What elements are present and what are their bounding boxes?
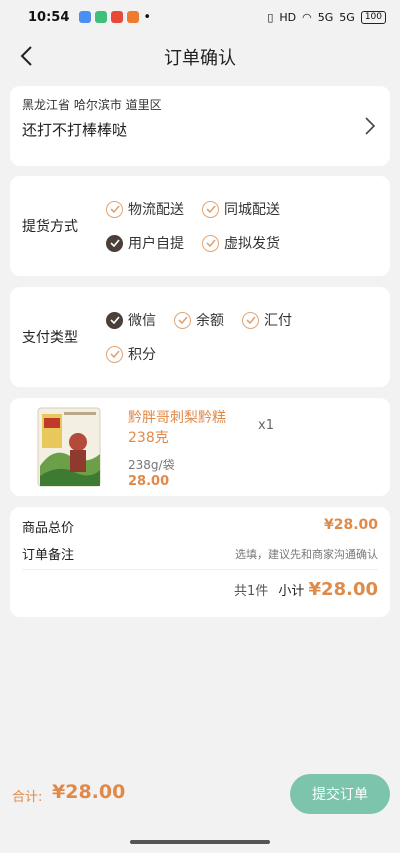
vibrate-icon: ▯ xyxy=(267,10,274,24)
address-detail: 还打不打棒棒哒 xyxy=(22,121,128,139)
back-button[interactable] xyxy=(14,44,38,68)
chevron-left-icon xyxy=(20,46,32,66)
payment-type-label: 支付类型 xyxy=(22,330,78,346)
grand-total-label: 合计: xyxy=(12,790,43,805)
delivery-option-label: 同城配送 xyxy=(224,202,280,218)
signal-icon: 5G xyxy=(339,10,355,24)
payment-option-label: 微信 xyxy=(128,313,156,329)
delivery-option-label: 用户自提 xyxy=(128,236,184,252)
battery-icon: 100 xyxy=(360,10,386,24)
check-circle-icon xyxy=(202,234,219,252)
product-image xyxy=(34,406,104,488)
delivery-option-label: 虚拟发货 xyxy=(224,236,280,252)
delivery-option-virtual[interactable]: 虚拟发货 xyxy=(202,233,280,253)
delivery-option-label: 物流配送 xyxy=(128,202,184,218)
delivery-method-label: 提货方式 xyxy=(22,219,78,235)
payment-type-card: 支付类型 微信 余额 汇付 积分 xyxy=(10,287,390,387)
subtotal-row: 共1件 小计 ¥28.00 xyxy=(22,579,378,600)
payment-option-label: 汇付 xyxy=(264,313,292,329)
app-notification-icon xyxy=(79,11,92,23)
nav-bar: 订单确认 xyxy=(0,34,400,80)
more-dot: • xyxy=(143,9,152,25)
goods-total-value: ¥28.00 xyxy=(323,517,378,533)
check-circle-icon xyxy=(202,200,219,218)
wifi-icon: ◠ xyxy=(302,10,312,24)
check-circle-filled-icon xyxy=(106,311,123,329)
home-indicator[interactable] xyxy=(130,840,270,844)
grand-total-value: ¥28.00 xyxy=(52,781,126,803)
divider xyxy=(22,569,378,570)
payment-options: 微信 余额 汇付 积分 xyxy=(106,310,376,364)
delivery-option-logistics[interactable]: 物流配送 xyxy=(106,199,184,219)
payment-option-balance[interactable]: 余额 xyxy=(174,310,224,330)
app-notification-icon xyxy=(95,11,108,23)
product-quantity: x1 xyxy=(258,418,274,433)
order-summary-card: 商品总价 ¥28.00 订单备注 选填，建议先和商家沟通确认 共1件 小计 ¥2… xyxy=(10,507,390,617)
address-region: 黑龙江省 哈尔滨市 道里区 xyxy=(22,98,162,112)
status-time: 10:54 xyxy=(28,9,70,25)
payment-option-huifu[interactable]: 汇付 xyxy=(242,310,292,330)
product-spec: 238g/袋 xyxy=(128,458,175,472)
subtotal-value: ¥28.00 xyxy=(308,579,378,600)
check-circle-icon xyxy=(106,200,123,218)
payment-option-label: 余额 xyxy=(196,313,224,329)
check-circle-icon xyxy=(106,345,123,363)
submit-order-button[interactable]: 提交订单 xyxy=(290,774,390,814)
payment-option-label: 积分 xyxy=(128,347,156,363)
payment-option-points[interactable]: 积分 xyxy=(106,344,156,364)
check-circle-icon xyxy=(242,311,259,329)
product-name: 黔胖哥刺梨黔糕238克 xyxy=(128,410,226,446)
order-remark-row[interactable]: 订单备注 选填，建议先和商家沟通确认 xyxy=(22,544,378,563)
check-circle-filled-icon xyxy=(106,234,123,252)
signal-icon: 5G xyxy=(317,10,334,24)
delivery-options: 物流配送 同城配送 用户自提 虚拟发货 xyxy=(106,199,376,253)
item-count: 共1件 xyxy=(233,584,269,599)
product-card[interactable]: 黔胖哥刺梨黔糕238克 x1 238g/袋 28.00 xyxy=(10,398,390,496)
chevron-right-icon xyxy=(365,117,376,135)
payment-option-wechat[interactable]: 微信 xyxy=(106,310,156,330)
goods-total-label: 商品总价 xyxy=(22,521,75,536)
subtotal-label: 小计 xyxy=(278,584,305,599)
product-price: 28.00 xyxy=(128,474,170,489)
app-notification-icon xyxy=(127,11,140,23)
delivery-method-card: 提货方式 物流配送 同城配送 用户自提 虚拟发货 xyxy=(10,176,390,276)
notification-icons: • xyxy=(79,10,151,25)
checkout-bar: 合计: ¥28.00 提交订单 xyxy=(0,770,400,820)
goods-total-row: 商品总价 ¥28.00 xyxy=(22,517,378,536)
hd-icon: HD xyxy=(279,10,297,24)
address-card[interactable]: 黑龙江省 哈尔滨市 道里区 还打不打棒棒哒 xyxy=(10,86,390,166)
delivery-option-self-pickup[interactable]: 用户自提 xyxy=(106,233,184,253)
delivery-option-same-city[interactable]: 同城配送 xyxy=(202,199,280,219)
status-bar: 10:54 • ▯ HD ◠ 5G 5G 100 xyxy=(0,0,400,34)
page-title: 订单确认 xyxy=(164,48,236,69)
order-remark-input[interactable]: 选填，建议先和商家沟通确认 xyxy=(235,546,378,562)
app-notification-icon xyxy=(111,11,124,23)
check-circle-icon xyxy=(174,311,191,329)
order-remark-label: 订单备注 xyxy=(22,548,75,563)
status-icons: ▯ HD ◠ 5G 5G 100 xyxy=(267,10,386,24)
